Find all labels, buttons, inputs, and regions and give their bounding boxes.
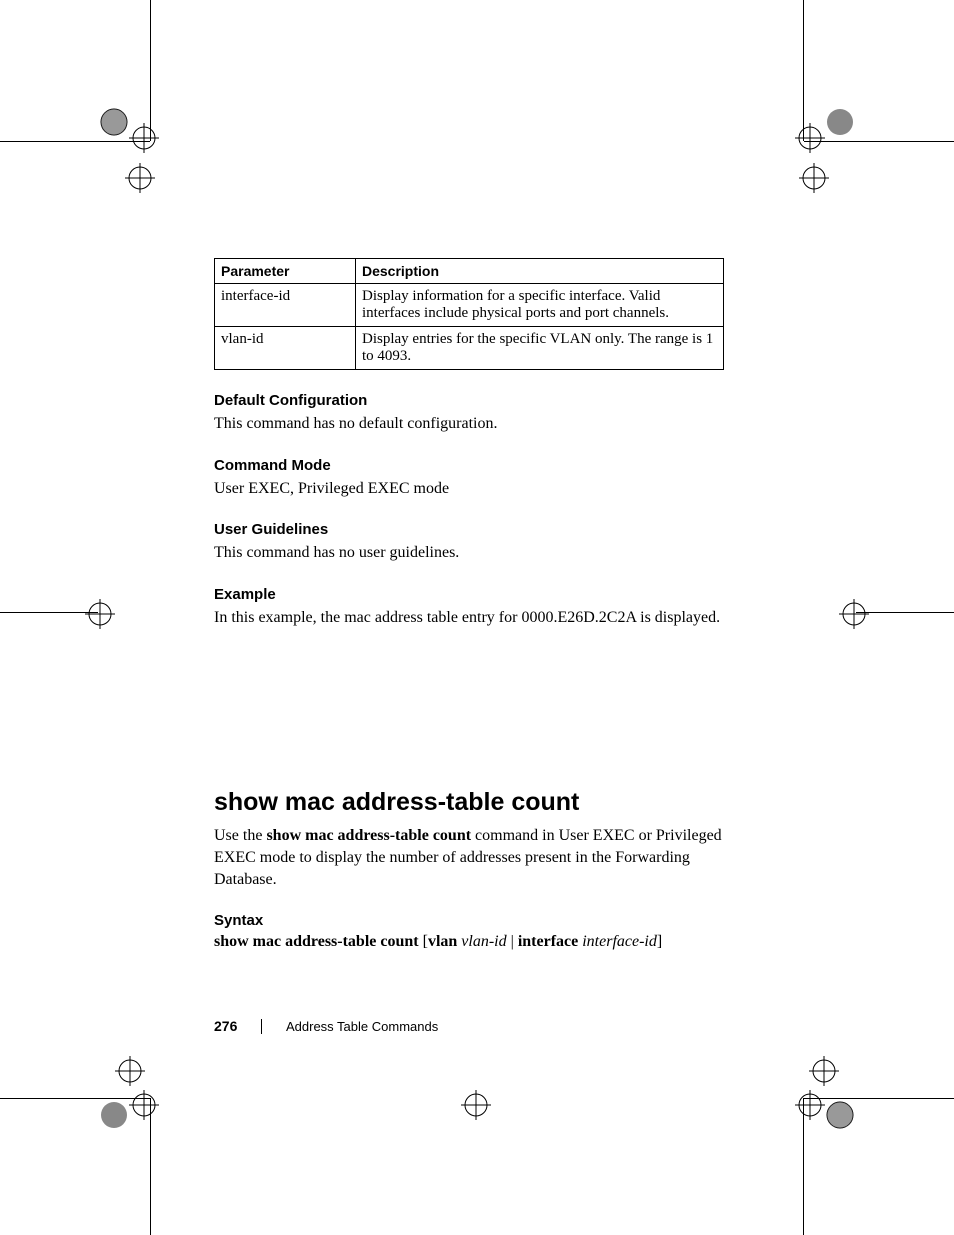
crop-mark-icon [120,158,160,198]
table-row: interface-id Display information for a s… [215,284,724,327]
parameter-table: Parameter Description interface-id Displ… [214,258,724,370]
crop-mark-icon [80,594,120,634]
chapter-title: Address Table Commands [261,1019,438,1034]
heading-user-guidelines: User Guidelines [214,521,724,538]
crop-mark-icon [456,1085,496,1125]
param-name: vlan-id [215,327,356,370]
syntax-line: show mac address-table count [vlan vlan-… [214,933,724,951]
text-user-guidelines: This command has no user guidelines. [214,542,724,564]
table-row: vlan-id Display entries for the specific… [215,327,724,370]
text-default-configuration: This command has no default configuratio… [214,413,724,435]
page-content: Parameter Description interface-id Displ… [214,258,724,951]
crop-mark-icon [794,158,834,198]
heading-default-configuration: Default Configuration [214,392,724,409]
page-number: 276 [214,1018,237,1034]
crop-mark-icon [100,1055,160,1135]
command-description: Use the show mac address-table count com… [214,825,724,890]
param-desc: Display information for a specific inter… [356,284,724,327]
param-name: interface-id [215,284,356,327]
crop-mark-icon [794,1055,854,1135]
heading-example: Example [214,586,724,603]
crop-mark-icon [834,594,874,634]
table-header-description: Description [356,259,724,284]
table-header-parameter: Parameter [215,259,356,284]
heading-command-mode: Command Mode [214,457,724,474]
text-example: In this example, the mac address table e… [214,607,724,629]
text-command-mode: User EXEC, Privileged EXEC mode [214,478,724,500]
command-title: show mac address-table count [214,788,724,817]
param-desc: Display entries for the specific VLAN on… [356,327,724,370]
heading-syntax: Syntax [214,912,724,929]
page-footer: 276 Address Table Commands [214,1018,438,1034]
